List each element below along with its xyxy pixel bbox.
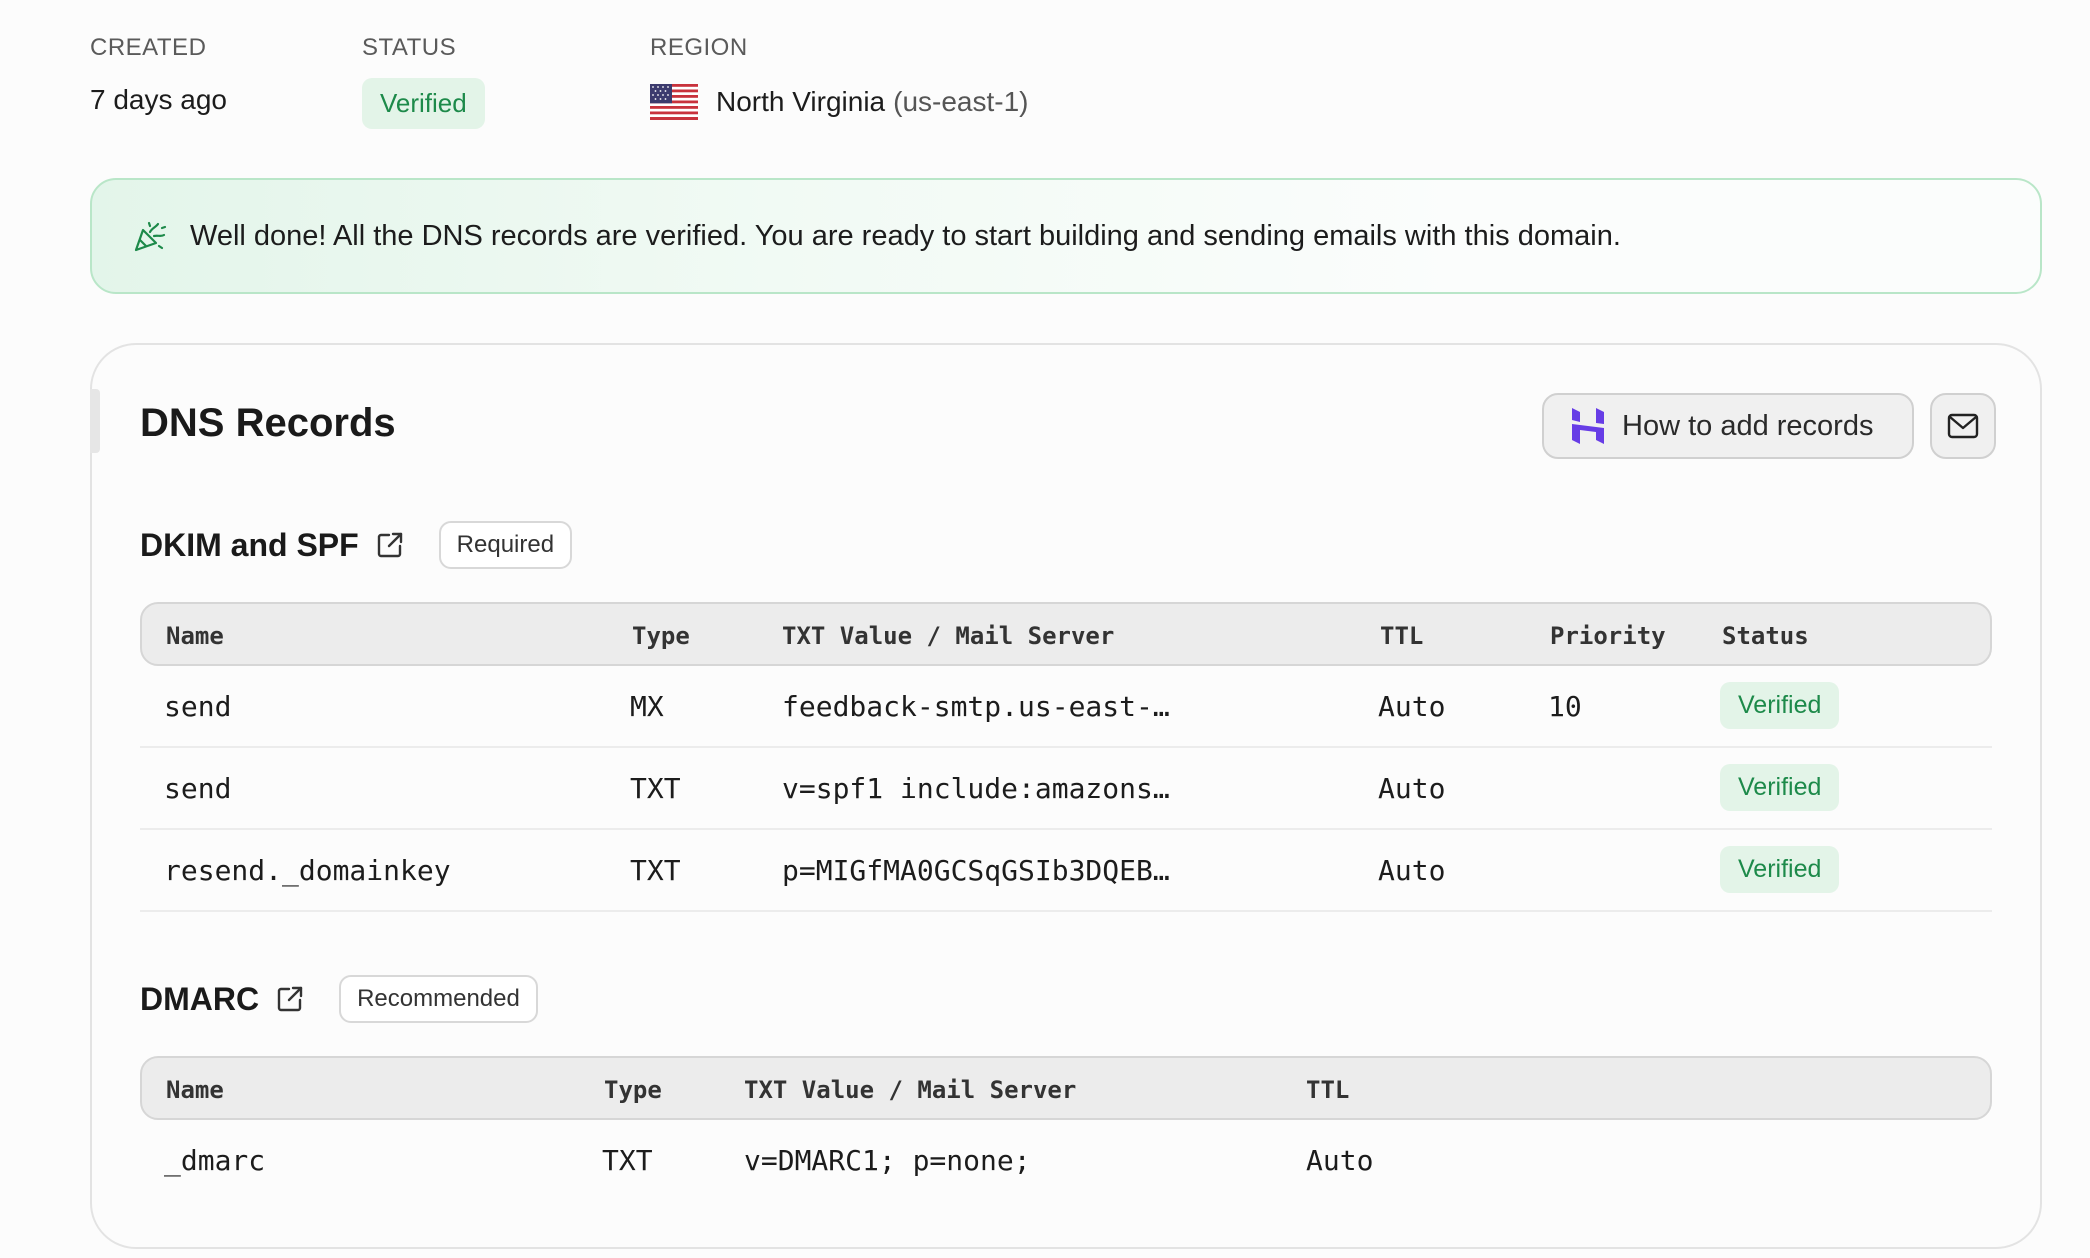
status-column: STATUS Verified [362, 34, 485, 129]
banner-message: Well done! All the DNS records are verif… [190, 219, 1621, 252]
record-ttl: Auto [1378, 772, 1446, 805]
record-ttl: Auto [1378, 690, 1446, 723]
region-value: North Virginia (us-east-1) [650, 84, 1029, 120]
record-ttl: Auto [1378, 854, 1446, 887]
card-accent [90, 389, 100, 453]
verified-banner: Well done! All the DNS records are verif… [90, 178, 2042, 294]
column-header: TXT Value / Mail Server [782, 622, 1115, 650]
record-type: TXT [630, 854, 681, 887]
hostinger-logo-icon [1572, 408, 1604, 444]
mail-icon [1947, 413, 1979, 439]
column-header: Type [632, 622, 690, 650]
status-label: STATUS [362, 34, 457, 61]
external-link-icon[interactable] [375, 530, 405, 560]
us-flag-icon [650, 84, 698, 120]
status-badge: Verified [362, 78, 485, 129]
table-row[interactable]: _dmarc TXT v=DMARC1; p=none; Auto [140, 1120, 1992, 1202]
party-popper-icon [132, 218, 168, 254]
record-type: TXT [602, 1144, 653, 1177]
recommended-tag: Recommended [339, 975, 538, 1023]
created-column: CREATED 7 days ago [90, 34, 227, 116]
region-code: (us-east-1) [893, 86, 1029, 117]
region-label: REGION [650, 34, 748, 61]
created-value: 7 days ago [90, 84, 227, 115]
column-header: TTL [1306, 1076, 1350, 1104]
column-header: TXT Value / Mail Server [744, 1076, 1077, 1104]
dns-records-title: DNS Records [140, 401, 396, 445]
external-link-icon[interactable] [275, 984, 305, 1014]
record-name[interactable]: send [164, 690, 231, 723]
dns-records-card: DNS Records How to add records DKIM and … [90, 343, 2042, 1249]
column-header: Name [166, 622, 224, 650]
region-column: REGION North Virginia (us-east-1) [650, 34, 1029, 120]
record-value[interactable]: v=spf1 include:amazons… [782, 772, 1170, 805]
status-badge: Verified [1720, 846, 1840, 893]
record-name[interactable]: _dmarc [164, 1144, 265, 1177]
table-row[interactable]: send TXT v=spf1 include:amazons… Auto Ve… [140, 748, 1992, 830]
required-tag: Required [438, 521, 573, 569]
created-label: CREATED [90, 34, 207, 61]
record-value[interactable]: p=MIGfMA0GCSqGSIb3DQEB… [782, 854, 1170, 887]
record-name[interactable]: resend._domainkey [164, 854, 451, 887]
record-value[interactable]: feedback-smtp.us-east-… [782, 690, 1170, 723]
record-value[interactable]: v=DMARC1; p=none; [744, 1144, 1031, 1177]
dkim-table-header: Name Type TXT Value / Mail Server TTL Pr… [140, 602, 1992, 666]
column-header: Type [604, 1076, 662, 1104]
record-priority: 10 [1548, 690, 1582, 723]
column-header: Priority [1550, 622, 1666, 650]
how-to-add-records-label: How to add records [1622, 409, 1874, 442]
record-type: MX [630, 690, 664, 723]
column-header: TTL [1380, 622, 1424, 650]
status-badge: Verified [1720, 764, 1840, 811]
table-row[interactable]: send MX feedback-smtp.us-east-… Auto 10 … [140, 666, 1992, 748]
record-type: TXT [630, 772, 681, 805]
dmarc-section-header: DMARC Recommended [140, 975, 538, 1023]
column-header: Name [166, 1076, 224, 1104]
table-row[interactable]: resend._domainkey TXT p=MIGfMA0GCSqGSIb3… [140, 830, 1992, 912]
record-name[interactable]: send [164, 772, 231, 805]
email-records-button[interactable] [1930, 393, 1996, 459]
dmarc-title: DMARC [140, 980, 260, 1017]
dmarc-table-header: Name Type TXT Value / Mail Server TTL [140, 1056, 1992, 1120]
record-ttl: Auto [1306, 1144, 1374, 1177]
region-name: North Virginia [716, 86, 886, 117]
status-badge: Verified [1720, 682, 1840, 729]
column-header: Status [1722, 622, 1809, 650]
how-to-add-records-button[interactable]: How to add records [1542, 393, 1914, 459]
dkim-spf-section-header: DKIM and SPF Required [140, 521, 573, 569]
dkim-spf-title: DKIM and SPF [140, 526, 359, 563]
